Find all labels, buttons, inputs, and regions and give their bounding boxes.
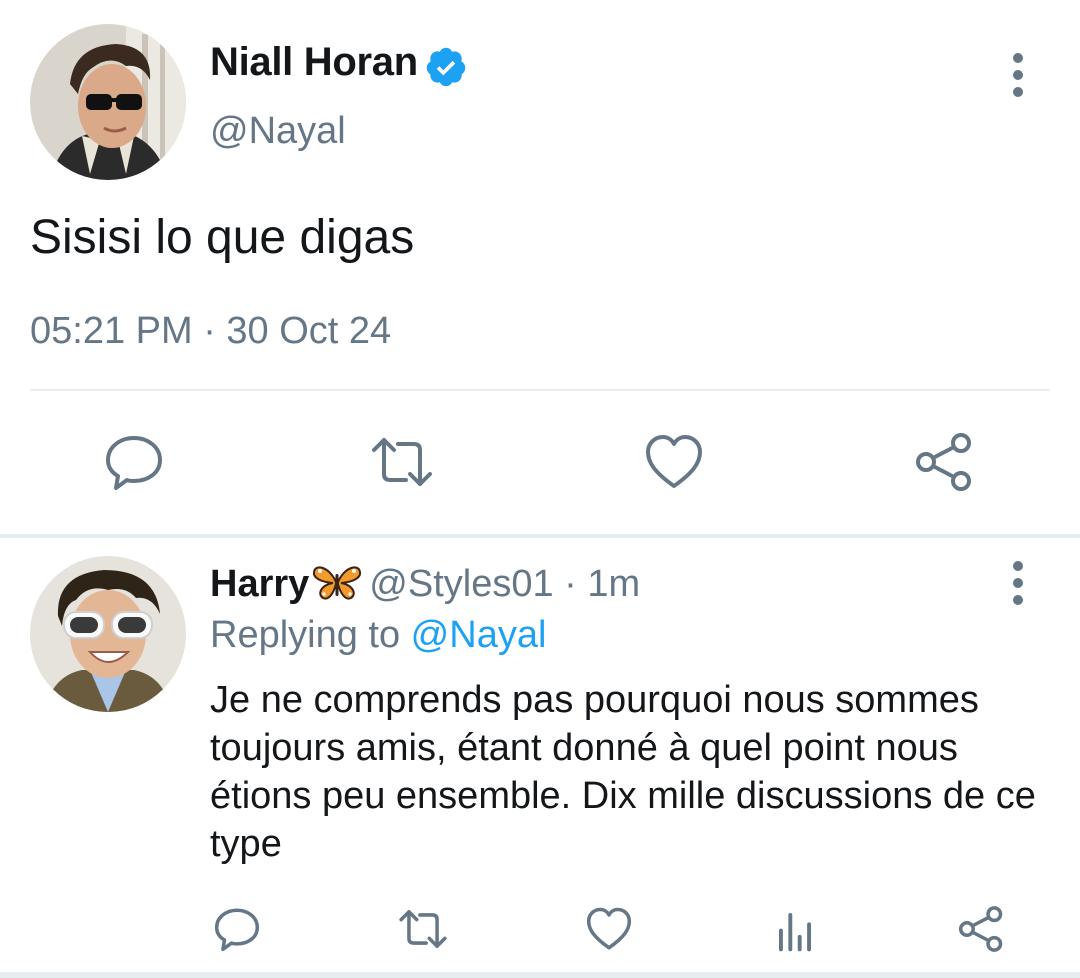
stats-icon[interactable] — [770, 904, 820, 954]
author-name[interactable]: Niall Horan — [210, 40, 418, 85]
tweet-text: Sisisi lo que digas — [30, 211, 415, 264]
reply-header: Harry @Styles01 · 1m — [210, 562, 640, 606]
bottom-divider — [0, 972, 1080, 978]
section-divider — [0, 534, 1080, 538]
share-icon[interactable] — [912, 430, 976, 494]
reply-icon[interactable] — [212, 904, 262, 954]
replying-label: Replying to — [210, 614, 411, 656]
reply-icon[interactable] — [102, 430, 166, 494]
reply-time: · 1m — [553, 563, 641, 605]
more-options-icon[interactable] — [998, 52, 1038, 98]
butterfly-icon — [311, 562, 363, 602]
verified-badge-icon — [424, 45, 468, 89]
avatar-photo — [30, 24, 186, 180]
replying-to: Replying to @Nayal — [210, 614, 546, 657]
reply-author-avatar[interactable] — [30, 556, 186, 712]
like-icon[interactable] — [584, 904, 634, 954]
reply-handle[interactable]: @Styles01 — [369, 563, 553, 605]
share-icon[interactable] — [956, 904, 1006, 954]
more-options-icon[interactable] — [998, 560, 1038, 606]
tweet-timestamp[interactable]: 05:21 PM · 30 Oct 24 — [30, 310, 391, 353]
like-icon[interactable] — [642, 430, 706, 494]
divider — [30, 389, 1050, 391]
reply-author-name[interactable]: Harry — [210, 563, 309, 605]
avatar-photo — [30, 556, 186, 712]
retweet-icon[interactable] — [398, 904, 448, 954]
author-avatar[interactable] — [30, 24, 186, 180]
replying-mention-link[interactable]: @Nayal — [411, 614, 547, 656]
reply-text: Je ne comprends pas pourquoi nous sommes… — [210, 679, 1036, 865]
author-handle[interactable]: @Nayal — [210, 110, 346, 153]
retweet-icon[interactable] — [370, 430, 434, 494]
